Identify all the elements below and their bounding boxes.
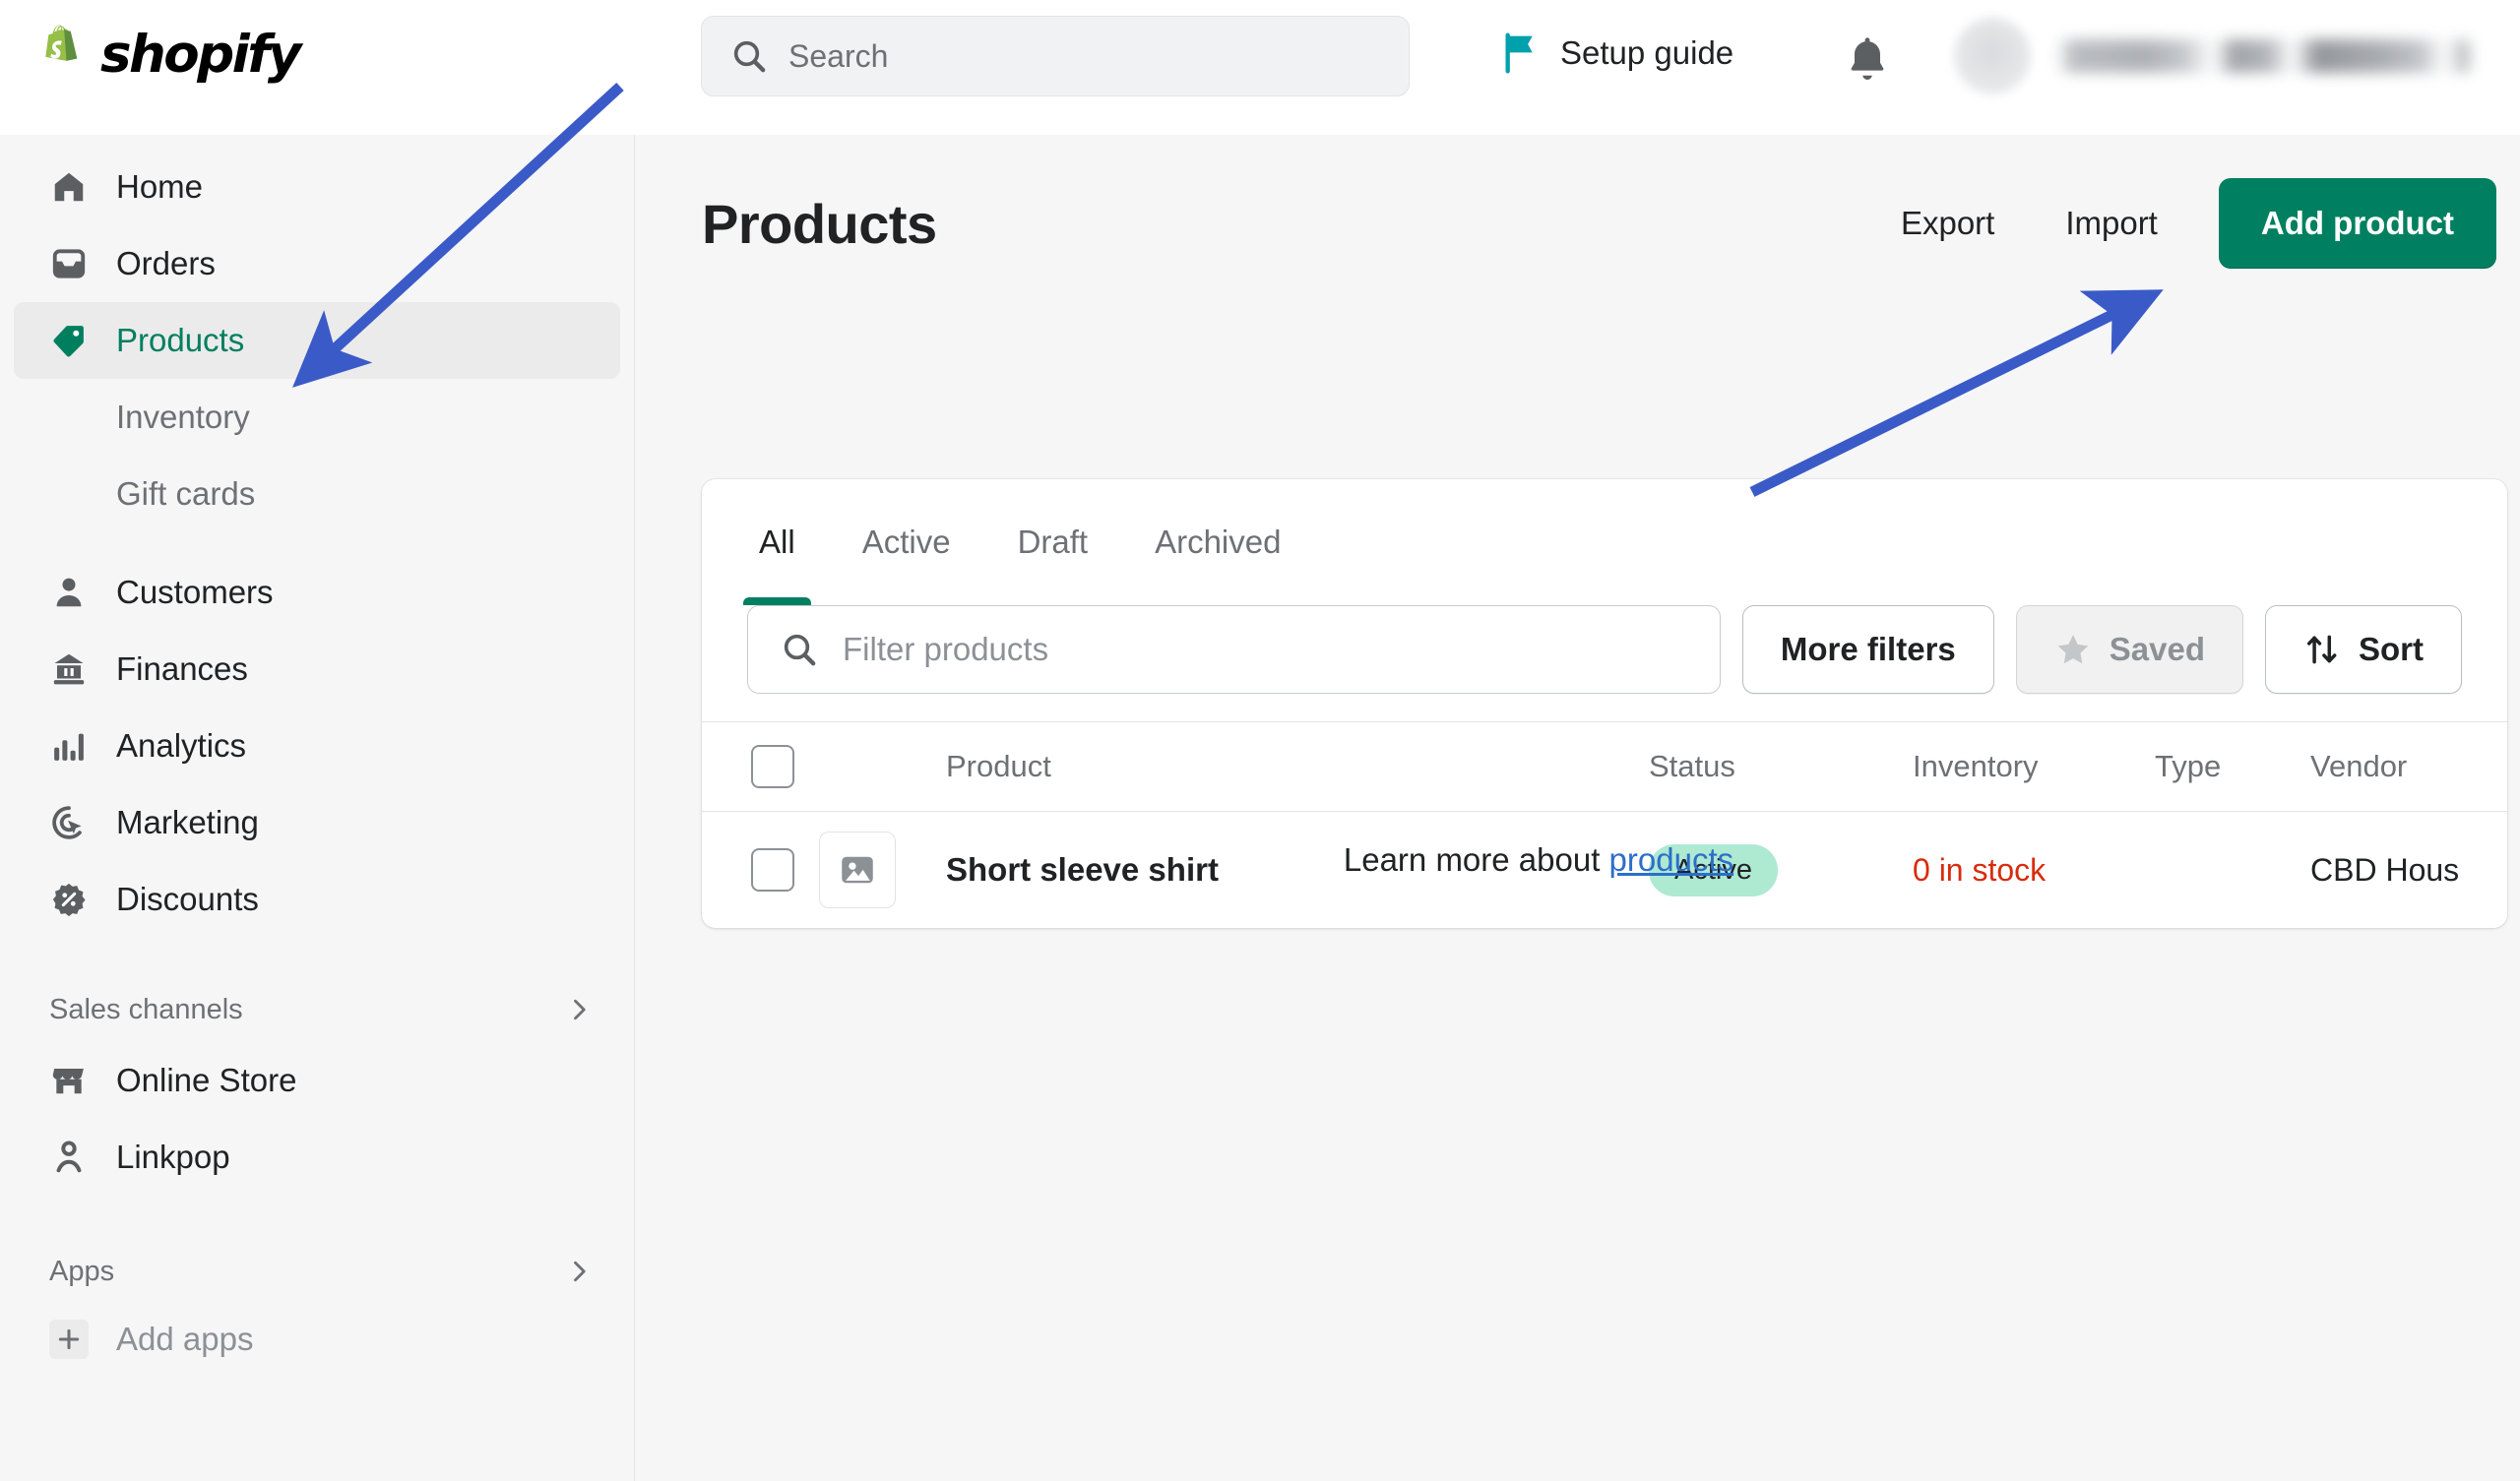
column-header-inventory: Inventory (1913, 749, 2155, 784)
product-tag-icon (49, 321, 89, 360)
import-button[interactable]: Import (2030, 183, 2193, 264)
saved-filters-button[interactable]: Saved (2016, 605, 2243, 694)
select-all-checkbox[interactable] (751, 745, 794, 788)
sidebar-item-label: Online Store (116, 1062, 296, 1099)
plus-icon (49, 1320, 89, 1359)
chevron-right-icon (565, 1258, 593, 1285)
tab-active[interactable]: Active (829, 479, 984, 605)
products-help-link[interactable]: products (1609, 841, 1734, 878)
page-title: Products (702, 192, 937, 256)
shopify-bag-icon (28, 22, 87, 87)
search-icon (780, 630, 819, 669)
account-name-redacted (2056, 39, 2470, 73)
sidebar: Home Orders Products Inventory Gift card… (0, 135, 635, 1481)
avatar (1954, 18, 2031, 94)
top-bar: shopify Search Setup guide (0, 0, 2520, 135)
sidebar-item-add-apps[interactable]: Add apps (14, 1304, 620, 1375)
sidebar-section-label: Sales channels (49, 994, 243, 1026)
sidebar-section-label: Apps (49, 1256, 114, 1288)
customer-person-icon (49, 573, 89, 612)
shopify-wordmark: shopify (100, 25, 299, 85)
sidebar-item-customers[interactable]: Customers (14, 554, 620, 631)
sidebar-item-label: Linkpop (116, 1139, 230, 1176)
sidebar-item-discounts[interactable]: Discounts (14, 861, 620, 938)
main-content: Products Export Import Add product All A… (636, 135, 2520, 1481)
filter-products-placeholder: Filter products (843, 631, 1048, 668)
sidebar-item-label: Finances (116, 650, 248, 688)
select-all-cell (702, 745, 810, 788)
more-filters-button[interactable]: More filters (1742, 605, 1994, 694)
column-header-vendor: Vendor (2310, 749, 2507, 784)
sidebar-item-label: Home (116, 168, 203, 206)
search-icon (729, 36, 769, 76)
product-status-tabs: All Active Draft Archived (702, 479, 2507, 605)
sidebar-item-label: Customers (116, 574, 274, 611)
tab-all[interactable]: All (725, 479, 829, 605)
sidebar-item-home[interactable]: Home (14, 149, 620, 225)
sidebar-item-online-store[interactable]: Online Store (14, 1042, 620, 1119)
global-search-placeholder: Search (788, 38, 888, 75)
linkpop-person-icon (49, 1138, 89, 1177)
saved-filters-label: Saved (2110, 631, 2205, 668)
sidebar-item-analytics[interactable]: Analytics (14, 708, 620, 784)
page-actions: Export Import Add product (1865, 178, 2496, 269)
marketing-target-icon (49, 803, 89, 842)
learn-more-prefix: Learn more about (1344, 841, 1609, 878)
setup-guide-label: Setup guide (1560, 34, 1733, 72)
column-header-product: Product (905, 749, 1649, 784)
sort-arrows-icon (2303, 631, 2341, 668)
add-product-button[interactable]: Add product (2219, 178, 2496, 269)
sidebar-item-label: Analytics (116, 727, 246, 765)
sidebar-section-apps[interactable]: Apps (14, 1239, 620, 1304)
sort-label: Sort (2359, 631, 2424, 668)
notifications-button[interactable] (1846, 35, 1889, 90)
sidebar-item-marketing[interactable]: Marketing (14, 784, 620, 861)
sidebar-item-finances[interactable]: Finances (14, 631, 620, 708)
global-search-input[interactable]: Search (701, 16, 1410, 96)
orders-inbox-icon (49, 244, 89, 283)
column-header-type: Type (2155, 749, 2310, 784)
sidebar-item-label: Add apps (116, 1321, 253, 1358)
home-icon (49, 167, 89, 207)
account-menu[interactable] (1954, 18, 2470, 94)
sidebar-item-orders[interactable]: Orders (14, 225, 620, 302)
sidebar-item-products[interactable]: Products (14, 302, 620, 379)
filter-toolbar: Filter products More filters Saved Sort (702, 605, 2507, 721)
sidebar-item-label: Orders (116, 245, 216, 282)
shopify-logo[interactable]: shopify (28, 22, 299, 87)
discount-percent-icon (49, 880, 89, 919)
sidebar-item-label: Discounts (116, 881, 259, 918)
bell-icon (1846, 35, 1889, 85)
sidebar-item-linkpop[interactable]: Linkpop (14, 1119, 620, 1196)
more-filters-label: More filters (1781, 631, 1956, 668)
sidebar-subitem-label: Gift cards (116, 475, 255, 513)
learn-more-text: Learn more about products (636, 841, 2441, 879)
storefront-icon (49, 1061, 89, 1100)
sidebar-subitem-inventory[interactable]: Inventory (14, 379, 620, 456)
chevron-right-icon (565, 996, 593, 1023)
setup-guide-button[interactable]: Setup guide (1501, 31, 1733, 75)
filter-products-input[interactable]: Filter products (747, 605, 1721, 694)
sidebar-item-label: Marketing (116, 804, 259, 841)
tab-draft[interactable]: Draft (984, 479, 1122, 605)
sidebar-item-label: Products (116, 322, 244, 359)
bank-icon (49, 649, 89, 689)
sidebar-subitem-gift-cards[interactable]: Gift cards (14, 456, 620, 532)
sidebar-section-sales-channels[interactable]: Sales channels (14, 977, 620, 1042)
star-icon (2054, 631, 2092, 668)
column-header-status: Status (1649, 749, 1913, 784)
tab-archived[interactable]: Archived (1121, 479, 1314, 605)
export-button[interactable]: Export (1865, 183, 2030, 264)
page-header: Products Export Import Add product (636, 178, 2520, 286)
bar-chart-icon (49, 726, 89, 766)
sort-button[interactable]: Sort (2265, 605, 2462, 694)
flag-icon (1501, 31, 1541, 75)
sidebar-subitem-label: Inventory (116, 399, 250, 436)
table-header-row: Product Status Inventory Type Vendor (702, 721, 2507, 812)
